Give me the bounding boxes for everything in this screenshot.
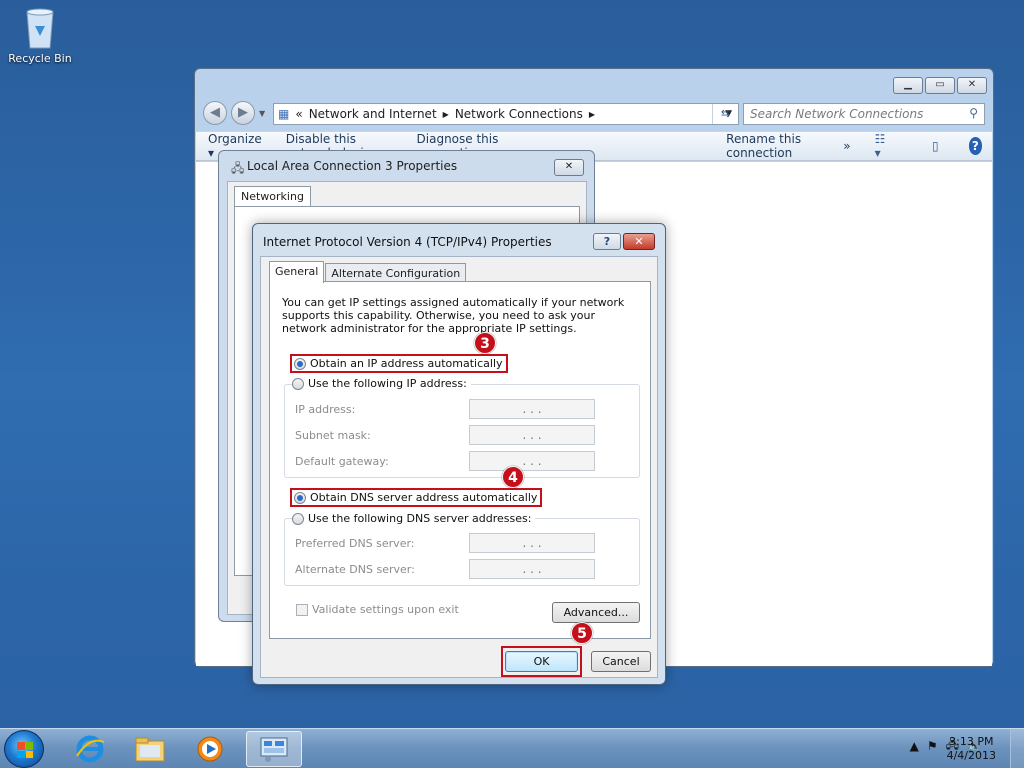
clock[interactable]: 3:13 PM 4/4/2013 bbox=[947, 735, 996, 763]
network-adapter-icon: 🖧 bbox=[231, 161, 245, 175]
close-button[interactable]: ✕ bbox=[957, 77, 987, 94]
ip-address-row: IP address: . . . bbox=[295, 399, 595, 419]
recycle-bin-label: Recycle Bin bbox=[8, 52, 72, 65]
radio-selected-icon bbox=[294, 357, 306, 370]
nav-buttons: ◀ ▶ ▼ bbox=[203, 101, 265, 125]
preferred-dns-field[interactable]: . . . bbox=[469, 533, 595, 553]
forward-button[interactable]: ▶ bbox=[231, 101, 255, 125]
obtain-ip-auto-radio[interactable]: Obtain an IP address automatically bbox=[290, 354, 508, 373]
gateway-label: Default gateway: bbox=[295, 454, 389, 468]
media-player-icon[interactable] bbox=[182, 731, 238, 767]
advanced-button[interactable]: Advanced... bbox=[552, 602, 640, 623]
use-ip-manual-label: Use the following IP address: bbox=[308, 377, 467, 390]
file-explorer-icon[interactable] bbox=[122, 731, 178, 767]
step-3-badge: 3 bbox=[474, 332, 496, 354]
help-icon[interactable]: ? bbox=[968, 137, 983, 155]
change-view-icon[interactable]: ☷ ▾ bbox=[863, 132, 902, 160]
validate-checkbox[interactable]: Validate settings upon exit bbox=[296, 603, 459, 616]
alternate-dns-row: Alternate DNS server: . . . bbox=[295, 559, 595, 579]
ip-manual-group: IP address: . . . Subnet mask: . . . Def… bbox=[284, 384, 640, 478]
checkbox-icon bbox=[296, 603, 308, 616]
preferred-dns-row: Preferred DNS server: . . . bbox=[295, 533, 595, 553]
clock-date: 4/4/2013 bbox=[946, 749, 996, 762]
obtain-dns-auto-label: Obtain DNS server address automatically bbox=[310, 491, 538, 504]
subnet-row: Subnet mask: . . . bbox=[295, 425, 595, 445]
use-ip-manual-radio[interactable]: Use the following IP address: bbox=[292, 377, 471, 390]
control-panel-icon[interactable] bbox=[246, 731, 302, 767]
obtain-dns-auto-radio[interactable]: Obtain DNS server address automatically bbox=[290, 488, 543, 507]
ipv4-close-button[interactable]: ✕ bbox=[623, 233, 655, 250]
explorer-caption-buttons: ▁ ▭ ✕ bbox=[893, 77, 987, 94]
more-commands-button[interactable]: » bbox=[831, 139, 862, 153]
taskbar: ▲ ⚑ 🖧 🔈 3:13 PM 4/4/2013 bbox=[0, 728, 1024, 768]
step-5-badge: 5 bbox=[571, 622, 593, 644]
cancel-button[interactable]: Cancel bbox=[591, 651, 651, 672]
ipv4-dialog-title: Internet Protocol Version 4 (TCP/IPv4) P… bbox=[263, 235, 552, 249]
subnet-dots: . . . bbox=[522, 428, 542, 442]
tab-general[interactable]: General bbox=[269, 261, 325, 283]
recent-pages-chevron-icon[interactable]: ▼ bbox=[259, 109, 265, 118]
radio-selected-icon bbox=[294, 491, 306, 504]
internet-explorer-icon[interactable] bbox=[62, 731, 118, 767]
search-placeholder: Search Network Connections bbox=[750, 107, 924, 121]
maximize-button[interactable]: ▭ bbox=[925, 77, 955, 94]
intro-text: You can get IP settings assigned automat… bbox=[282, 296, 625, 335]
action-center-icon[interactable]: ⚑ bbox=[927, 739, 938, 753]
recycle-bin-glyph bbox=[23, 6, 57, 50]
radio-unselected-icon bbox=[292, 512, 304, 525]
subnet-field[interactable]: . . . bbox=[469, 425, 595, 445]
help-button[interactable]: ? bbox=[593, 233, 621, 250]
preferred-dns-dots: . . . bbox=[522, 536, 542, 550]
tab-networking[interactable]: Networking bbox=[234, 186, 311, 206]
windows-logo-icon bbox=[17, 742, 33, 758]
preview-pane-icon[interactable]: ▯ bbox=[920, 139, 951, 153]
breadcrumb-arrow-icon[interactable]: ▶ bbox=[589, 110, 595, 119]
alternate-dns-field[interactable]: . . . bbox=[469, 559, 595, 579]
breadcrumb-sep: « bbox=[295, 107, 303, 121]
ipv4-properties-dialog: Internet Protocol Version 4 (TCP/IPv4) P… bbox=[252, 223, 666, 685]
alternate-dns-dots: . . . bbox=[522, 562, 542, 576]
ip-address-label: IP address: bbox=[295, 402, 356, 416]
recycle-bin-icon[interactable]: Recycle Bin bbox=[6, 6, 74, 65]
gateway-dots: . . . bbox=[522, 454, 542, 468]
ok-highlight: OK bbox=[501, 646, 582, 677]
ipv4-title-buttons: ? ✕ bbox=[593, 233, 655, 250]
clock-time: 3:13 PM bbox=[949, 735, 994, 748]
step-4-badge: 4 bbox=[502, 466, 524, 488]
use-dns-manual-radio[interactable]: Use the following DNS server addresses: bbox=[292, 512, 536, 525]
show-desktop-button[interactable] bbox=[1010, 729, 1024, 768]
ip-address-dots: . . . bbox=[522, 402, 542, 416]
show-hidden-icons-icon[interactable]: ▲ bbox=[910, 739, 919, 753]
subnet-label: Subnet mask: bbox=[295, 428, 371, 442]
gateway-field[interactable]: . . . bbox=[469, 451, 595, 471]
validate-label: Validate settings upon exit bbox=[312, 603, 459, 616]
ipv4-body: General Alternate Configuration You can … bbox=[260, 256, 658, 678]
use-dns-manual-label: Use the following DNS server addresses: bbox=[308, 512, 532, 525]
address-bar[interactable]: ▦ « Network and Internet ▶ Network Conne… bbox=[273, 103, 739, 125]
breadcrumb-network-internet[interactable]: Network and Internet bbox=[309, 107, 437, 121]
network-folder-icon: ▦ bbox=[278, 107, 290, 121]
refresh-icon[interactable]: ⇆ bbox=[712, 104, 738, 124]
gateway-row: Default gateway: . . . bbox=[295, 451, 595, 471]
ok-button[interactable]: OK bbox=[505, 651, 578, 672]
search-icon[interactable]: ⚲ bbox=[969, 106, 978, 120]
lan-window-title: Local Area Connection 3 Properties bbox=[247, 159, 458, 173]
dns-manual-group: Preferred DNS server: . . . Alternate DN… bbox=[284, 518, 640, 586]
obtain-ip-auto-label: Obtain an IP address automatically bbox=[310, 357, 503, 370]
preferred-dns-label: Preferred DNS server: bbox=[295, 536, 415, 550]
radio-unselected-icon bbox=[292, 377, 304, 390]
alternate-dns-label: Alternate DNS server: bbox=[295, 562, 415, 576]
breadcrumb-arrow-icon[interactable]: ▶ bbox=[443, 110, 449, 119]
start-button[interactable] bbox=[4, 730, 44, 768]
back-button[interactable]: ◀ bbox=[203, 101, 227, 125]
general-panel: You can get IP settings assigned automat… bbox=[269, 281, 651, 639]
lan-close-button[interactable]: ✕ bbox=[554, 159, 584, 176]
search-input[interactable]: Search Network Connections ⚲ bbox=[743, 103, 985, 125]
ip-address-field[interactable]: . . . bbox=[469, 399, 595, 419]
minimize-button[interactable]: ▁ bbox=[893, 77, 923, 94]
breadcrumb-network-connections[interactable]: Network Connections bbox=[455, 107, 583, 121]
